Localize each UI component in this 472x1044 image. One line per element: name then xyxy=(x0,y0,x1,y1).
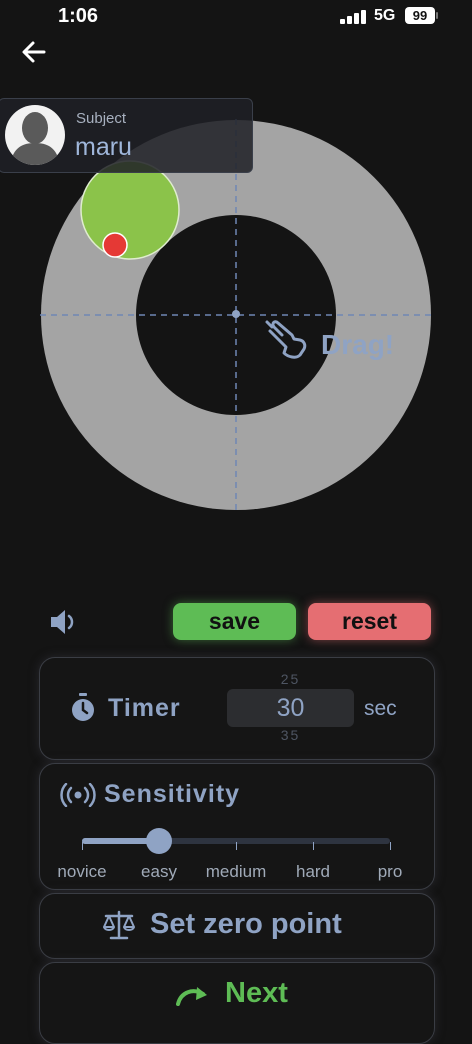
subject-card[interactable]: Subject maru xyxy=(0,98,253,173)
next-label: Next xyxy=(225,977,288,1009)
target-ring[interactable]: Drag! xyxy=(40,119,432,511)
balance-scale-icon xyxy=(103,910,135,940)
subject-label: Subject xyxy=(76,110,127,127)
position-marker xyxy=(102,232,128,258)
avatar xyxy=(5,105,65,165)
save-button[interactable]: save xyxy=(173,603,296,640)
drag-hint: Drag! xyxy=(321,329,394,360)
sensitivity-level-easy[interactable]: easy xyxy=(119,862,199,882)
sensitivity-tick xyxy=(82,842,83,850)
subject-name: maru xyxy=(75,133,132,161)
sensitivity-level-novice[interactable]: novice xyxy=(42,862,122,882)
sensitivity-label: Sensitivity xyxy=(104,780,241,808)
timer-option-prev[interactable]: 25 xyxy=(228,671,353,687)
sensitivity-tick xyxy=(390,842,391,850)
sensitivity-level-pro[interactable]: pro xyxy=(350,862,430,882)
sensitivity-slider-thumb[interactable] xyxy=(146,828,172,854)
timer-label: Timer xyxy=(108,694,181,722)
timer-value[interactable]: 30 xyxy=(227,689,354,727)
timer-option-next[interactable]: 35 xyxy=(228,727,353,743)
network-type: 5G xyxy=(374,7,396,24)
broadcast-icon xyxy=(60,783,96,807)
redo-arrow-icon xyxy=(176,987,207,1006)
sensitivity-level-medium[interactable]: medium xyxy=(196,862,276,882)
battery-tip xyxy=(436,12,438,19)
person-silhouette-icon xyxy=(10,112,60,165)
sensitivity-tick xyxy=(236,842,237,850)
stopwatch-icon xyxy=(72,693,94,721)
battery-icon: 99 xyxy=(405,7,435,24)
signal-strength-icon xyxy=(340,10,366,24)
sensitivity-tick xyxy=(313,842,314,850)
center-dot xyxy=(232,310,240,318)
reset-button[interactable]: reset xyxy=(308,603,431,640)
target-ball[interactable] xyxy=(80,160,180,260)
speaker-icon[interactable] xyxy=(48,607,80,637)
sensitivity-level-hard[interactable]: hard xyxy=(273,862,353,882)
timer-unit: sec xyxy=(364,697,397,720)
arrow-left-icon[interactable] xyxy=(18,36,50,68)
set-zero-point-label: Set zero point xyxy=(150,908,342,940)
status-time: 1:06 xyxy=(58,5,99,27)
